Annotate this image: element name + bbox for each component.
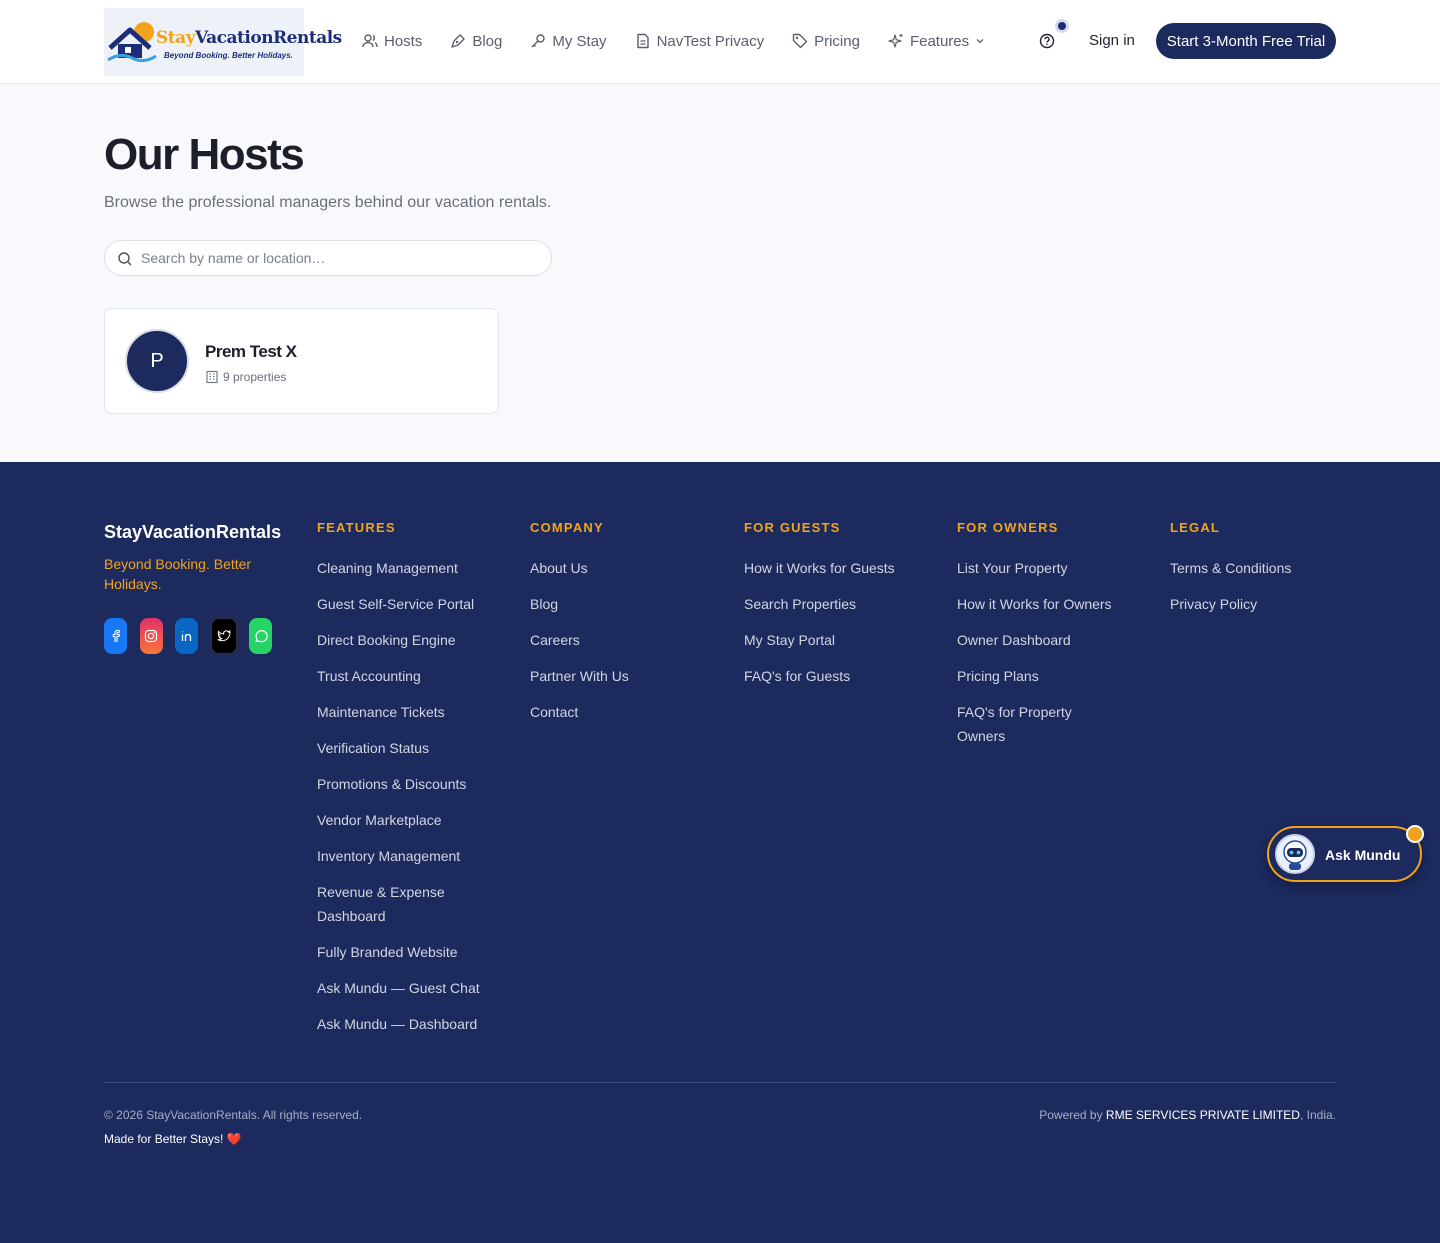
social-links	[104, 618, 285, 654]
footer-link[interactable]: Search Properties	[744, 592, 924, 616]
nav-my-stay[interactable]: My Stay	[530, 30, 607, 52]
nav-my-stay-label: My Stay	[552, 32, 607, 50]
nav-hosts-label: Hosts	[384, 32, 423, 50]
logo-wordmark: StayVacationRentals	[156, 28, 342, 48]
made-for-text: Made for Better Stays! ❤️	[104, 1132, 242, 1146]
page-title: Our Hosts	[104, 130, 305, 179]
host-name: Prem Test X	[205, 342, 297, 361]
sparkles-icon	[888, 34, 903, 48]
footer-link[interactable]: Promotions & Discounts	[317, 772, 497, 796]
footer-col-for-owners: FOR OWNERS List Your Property How it Wor…	[957, 520, 1137, 760]
footer-link[interactable]: Maintenance Tickets	[317, 700, 497, 724]
footer-col-company: COMPANY About Us Blog Careers Partner Wi…	[530, 520, 710, 736]
footer-link[interactable]: Privacy Policy	[1170, 592, 1350, 616]
chevron-down-icon	[976, 39, 984, 44]
footer-col-heading: FEATURES	[317, 520, 396, 535]
powered-suffix: , India.	[1299, 1108, 1336, 1122]
footer-link[interactable]: Careers	[530, 628, 710, 652]
building-icon	[206, 370, 218, 384]
nav-features-dropdown[interactable]: Features	[888, 30, 985, 52]
footer-link[interactable]: About Us	[530, 556, 710, 580]
search-input[interactable]	[141, 248, 541, 268]
nav-navtest-privacy-label: NavTest Privacy	[656, 32, 765, 50]
users-icon	[362, 34, 378, 48]
host-avatar: P	[125, 329, 189, 393]
house-sun-logo-icon	[107, 22, 157, 63]
site-footer: StayVacationRentals Beyond Booking. Bett…	[0, 462, 1440, 1243]
footer-link[interactable]: FAQ's for Property Owners	[957, 700, 1097, 748]
footer-link[interactable]: Guest Self-Service Portal	[317, 592, 497, 616]
footer-link[interactable]: Inventory Management	[317, 844, 497, 868]
footer-col-features: FEATURES Cleaning Management Guest Self-…	[317, 520, 497, 1048]
footer-link[interactable]: Blog	[530, 592, 710, 616]
footer-link[interactable]: List Your Property	[957, 556, 1137, 580]
ask-mundu-button[interactable]: Ask Mundu	[1267, 826, 1422, 882]
page-subtitle: Browse the professional managers behind …	[104, 194, 552, 211]
ask-mundu-label: Ask Mundu	[1325, 847, 1401, 863]
host-property-count: 9 properties	[205, 370, 286, 384]
pen-icon	[451, 34, 466, 48]
footer-link[interactable]: Contact	[530, 700, 710, 724]
help-icon[interactable]	[1038, 32, 1056, 50]
footer-link[interactable]: Verification Status	[317, 736, 497, 760]
logo-tagline: Beyond Booking. Better Holidays.	[164, 51, 293, 60]
nav-hosts[interactable]: Hosts	[362, 30, 422, 52]
footer-divider	[104, 1082, 1336, 1083]
footer-link[interactable]: Ask Mundu — Guest Chat	[317, 976, 497, 1000]
nav-pricing[interactable]: Pricing	[792, 30, 860, 52]
whatsapp-icon[interactable]	[249, 618, 272, 654]
host-property-count-label: 9 properties	[223, 370, 287, 384]
tag-icon	[792, 33, 808, 49]
footer-link[interactable]: Ask Mundu — Dashboard	[317, 1012, 497, 1036]
powered-by-text: Powered by RME SERVICES PRIVATE LIMITED,…	[1039, 1108, 1336, 1122]
twitter-icon[interactable]	[210, 618, 237, 654]
footer-link[interactable]: Trust Accounting	[317, 664, 497, 688]
footer-link[interactable]: Pricing Plans	[957, 664, 1137, 688]
footer-col-heading: COMPANY	[530, 520, 604, 535]
footer-brand: StayVacationRentals	[104, 522, 282, 542]
footer-link[interactable]: Partner With Us	[530, 664, 710, 688]
host-search	[104, 240, 552, 276]
footer-link[interactable]: Cleaning Management	[317, 556, 497, 580]
footer-col-heading: FOR GUESTS	[744, 520, 841, 535]
footer-col-heading: LEGAL	[1170, 520, 1221, 535]
nav-blog[interactable]: Blog	[450, 30, 502, 52]
footer-link[interactable]: Fully Branded Website	[317, 940, 497, 964]
host-card[interactable]: P Prem Test X 9 properties	[104, 308, 499, 414]
site-header: StayVacationRentals Beyond Booking. Bett…	[0, 0, 1440, 84]
instagram-icon[interactable]	[139, 618, 163, 654]
footer-col-heading: FOR OWNERS	[957, 520, 1059, 535]
site-logo[interactable]: StayVacationRentals Beyond Booking. Bett…	[104, 8, 342, 76]
free-trial-button[interactable]: Start 3-Month Free Trial	[1156, 23, 1336, 59]
footer-link[interactable]: Revenue & Expense Dashboard	[317, 880, 467, 928]
footer-link[interactable]: Terms & Conditions	[1170, 556, 1350, 580]
robot-avatar-icon	[1275, 834, 1315, 874]
footer-link[interactable]: Owner Dashboard	[957, 628, 1137, 652]
nav-blog-label: Blog	[472, 32, 503, 50]
sign-in-link[interactable]: Sign in	[1089, 32, 1135, 49]
key-icon	[531, 34, 546, 48]
notification-dot	[1055, 19, 1069, 33]
facebook-icon[interactable]	[104, 618, 127, 654]
document-icon	[636, 33, 649, 49]
powered-company-link[interactable]: RME SERVICES PRIVATE LIMITED	[1106, 1108, 1300, 1122]
footer-link[interactable]: Vendor Marketplace	[317, 808, 497, 832]
footer-col-for-guests: FOR GUESTS How it Works for Guests Searc…	[744, 520, 924, 700]
footer-link[interactable]: My Stay Portal	[744, 628, 924, 652]
nav-navtest-privacy[interactable]: NavTest Privacy	[635, 30, 765, 52]
footer-link[interactable]: How it Works for Owners	[957, 592, 1137, 616]
footer-link[interactable]: Direct Booking Engine	[317, 628, 497, 652]
nav-pricing-label: Pricing	[814, 32, 860, 50]
main-nav: Hosts Blog My Stay NavTest Privacy Prici…	[362, 30, 1013, 52]
footer-tagline: Beyond Booking. Better Holidays.	[104, 556, 252, 592]
powered-prefix: Powered by	[1039, 1108, 1106, 1122]
copyright-text: © 2026 StayVacationRentals. All rights r…	[104, 1108, 363, 1122]
nav-features-label: Features	[909, 32, 970, 50]
footer-link[interactable]: How it Works for Guests	[744, 556, 924, 580]
footer-col-legal: LEGAL Terms & Conditions Privacy Policy	[1170, 520, 1350, 628]
linkedin-icon[interactable]	[175, 618, 198, 654]
chat-notification-badge	[1406, 825, 1424, 843]
footer-link[interactable]: FAQ's for Guests	[744, 664, 924, 688]
search-icon	[118, 252, 132, 266]
